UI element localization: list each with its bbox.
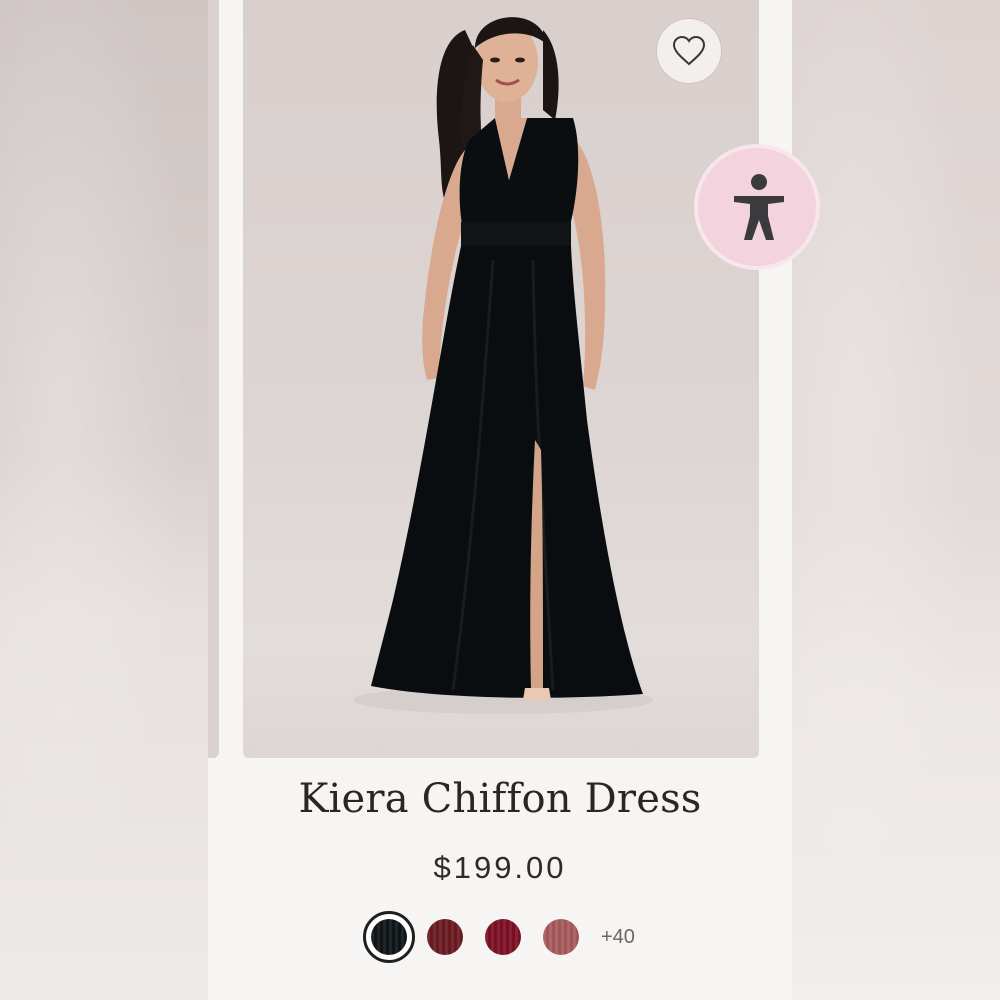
product-image[interactable]	[243, 0, 759, 758]
accessibility-person-icon	[734, 174, 784, 240]
previous-product-card-edge[interactable]	[208, 0, 219, 758]
accessibility-button[interactable]	[694, 144, 820, 270]
model-in-dress-illustration	[353, 17, 653, 714]
color-swatch-rose[interactable]	[543, 919, 579, 955]
color-swatches: +40	[363, 909, 635, 965]
wishlist-button[interactable]	[656, 18, 722, 84]
product-title[interactable]: Kiera Chiffon Dress	[208, 776, 792, 822]
product-price: $199.00	[433, 850, 567, 885]
more-colors-count[interactable]: +40	[601, 926, 635, 949]
color-swatch-wine[interactable]	[485, 919, 521, 955]
color-swatch-burgundy[interactable]	[427, 919, 463, 955]
swatch-selected-ring[interactable]	[363, 911, 415, 963]
blurred-backdrop-right	[792, 0, 1000, 1000]
color-swatch-black[interactable]	[371, 919, 407, 955]
heart-outline-icon	[672, 35, 706, 66]
blurred-backdrop-left	[0, 0, 208, 1000]
product-card-screen: Kiera Chiffon Dress $199.00 +40	[208, 0, 820, 1000]
